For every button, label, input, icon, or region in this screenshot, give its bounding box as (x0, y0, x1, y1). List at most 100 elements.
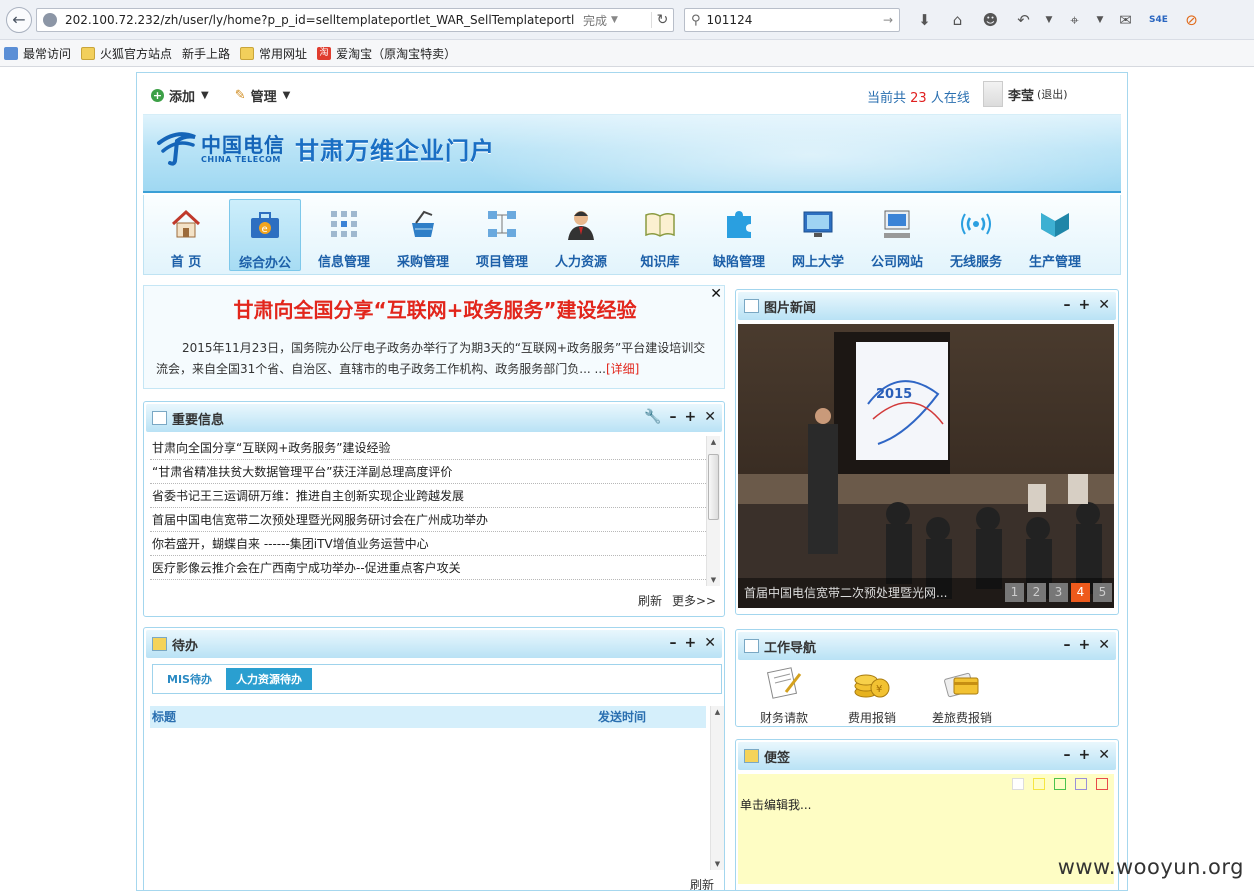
close-icon[interactable]: ✕ (710, 286, 722, 302)
list-item[interactable]: “甘肃省精准扶贫大数据管理平台”获汪洋副总理高度评价 (150, 460, 706, 484)
portlet-title: 图片新闻 (764, 300, 817, 316)
color-swatch[interactable] (1075, 778, 1087, 790)
dropdown-icon-2[interactable]: ▼ (1091, 9, 1109, 31)
nav-item-6[interactable]: 知识库 (624, 199, 696, 271)
refresh-link[interactable]: 刷新 (638, 592, 662, 609)
address-bar[interactable]: 202.100.72.232/zh/user/ly/home?p_p_id=se… (36, 8, 674, 32)
bookmark-aitaobao[interactable]: 淘爱淘宝（原淘宝特卖） (317, 45, 456, 62)
col-title[interactable]: 标题 (152, 706, 176, 728)
maximize-icon[interactable]: + (1079, 748, 1091, 762)
tab-hr[interactable]: 人力资源待办 (225, 668, 312, 690)
undo-icon[interactable]: ↶ (1007, 9, 1040, 31)
color-swatch[interactable] (1012, 778, 1024, 790)
back-icon[interactable]: ← (6, 6, 32, 33)
logo-chinese: 中国电信 (201, 133, 285, 157)
bookmark-common-sites[interactable]: 常用网址 (240, 45, 307, 62)
tab-mis[interactable]: MIS待办 (157, 668, 222, 690)
minimize-icon[interactable]: – (670, 410, 677, 424)
bookmark-firefox-site[interactable]: 火狐官方站点 (81, 45, 172, 62)
pager-page-1[interactable]: 1 (1005, 583, 1024, 602)
portlet-header: 图片新闻 – + ✕ (738, 292, 1116, 320)
color-swatch[interactable] (1096, 778, 1108, 790)
url-text[interactable]: 202.100.72.232/zh/user/ly/home?p_p_id=se… (65, 13, 575, 27)
bookmark-most-visited[interactable]: 最常访问 (4, 45, 71, 62)
nav-label: 采购管理 (396, 255, 449, 270)
refresh-link[interactable]: 刷新 (690, 876, 714, 890)
block-icon[interactable]: ⊘ (1175, 9, 1208, 31)
minimize-icon[interactable]: – (1064, 638, 1071, 652)
headline-title[interactable]: 甘肃向全国分享“互联网+政务服务”建设经验 (144, 294, 726, 323)
reload-icon[interactable]: ↻ (651, 12, 673, 28)
dropdown-arrow-icon[interactable]: ▼ (611, 15, 618, 25)
taobao-icon: 淘 (317, 46, 332, 60)
nav-item-4[interactable]: 项目管理 (466, 199, 538, 271)
scroll-down-icon[interactable]: ▼ (711, 860, 724, 868)
nav-item-5[interactable]: 人力资源 (545, 199, 617, 271)
download-icon[interactable]: ⬇ (908, 9, 941, 31)
comment-icon[interactable]: ✉ (1109, 9, 1142, 31)
headline-more-link[interactable]: [详细] (606, 362, 639, 376)
color-swatch[interactable] (1033, 778, 1045, 790)
close-icon[interactable]: ✕ (1098, 748, 1110, 762)
scroll-up-icon[interactable]: ▲ (711, 708, 724, 716)
nav-item-2[interactable]: 信息管理 (308, 199, 380, 271)
nav-item-3[interactable]: 采购管理 (387, 199, 459, 271)
maximize-icon[interactable]: + (685, 410, 697, 424)
manage-button[interactable]: ✎ 管理 ▼ (235, 86, 291, 105)
scrollbar[interactable]: ▲ ▼ (706, 436, 720, 586)
avatar[interactable] (983, 81, 1003, 107)
list-item[interactable]: 首届中国电信宽带二次预处理暨光网服务研讨会在广州成功举办 (150, 508, 706, 532)
news-photo[interactable]: 2015 首届中国电信宽带二次预处理暨光网... 12345 (738, 324, 1114, 608)
search-value[interactable]: 101124 (707, 13, 753, 27)
nav-item-7[interactable]: 缺陷管理 (703, 199, 775, 271)
person-icon (564, 207, 598, 241)
pager-page-2[interactable]: 2 (1027, 583, 1046, 602)
close-icon[interactable]: ✕ (1098, 638, 1110, 652)
minimize-icon[interactable]: – (670, 636, 677, 650)
color-swatch[interactable] (1054, 778, 1066, 790)
bookmark-getting-started[interactable]: 新手上路 (136, 45, 230, 125)
scrollbar[interactable]: ▲ ▼ (710, 706, 724, 870)
close-icon[interactable]: ✕ (1098, 298, 1110, 312)
close-icon[interactable]: ✕ (704, 636, 716, 650)
minimize-icon[interactable]: – (1064, 748, 1071, 762)
list-item[interactable]: 甘肃向全国分享“互联网+政务服务”建设经验 (150, 436, 706, 460)
logout-link[interactable]: (退出) (1037, 86, 1068, 102)
scroll-down-icon[interactable]: ▼ (707, 576, 720, 584)
nav-item-1[interactable]: e 综合办公 (229, 199, 301, 271)
maximize-icon[interactable]: + (685, 636, 697, 650)
pager-page-4[interactable]: 4 (1071, 583, 1090, 602)
travel-expense-link[interactable]: 差旅费报销 (922, 666, 1002, 726)
more-link[interactable]: 更多>> (672, 592, 716, 609)
list-item[interactable]: 医疗影像云推介会在广西南宁成功举办--促进重点客户攻关 (150, 556, 706, 580)
search-input[interactable]: ⚲ 101124 → (684, 8, 900, 32)
load-status: 完成 (583, 13, 608, 28)
note-placeholder[interactable]: 单击编辑我... (740, 796, 811, 813)
scroll-thumb[interactable] (708, 454, 719, 520)
list-item[interactable]: 省委书记王三运调研万维：推进自主创新实现企业跨越发展 (150, 484, 706, 508)
scroll-up-icon[interactable]: ▲ (707, 438, 720, 446)
maximize-icon[interactable]: + (1079, 298, 1091, 312)
add-button[interactable]: + 添加 ▼ (151, 86, 209, 105)
home-browser-icon[interactable]: ⌂ (941, 9, 974, 31)
nav-item-10[interactable]: 无线服务 (940, 199, 1012, 271)
search-go-icon[interactable]: → (883, 13, 893, 27)
finance-request-link[interactable]: 财务请款 (744, 666, 824, 726)
pager-page-5[interactable]: 5 (1093, 583, 1112, 602)
minimize-icon[interactable]: – (1064, 298, 1071, 312)
nav-item-0[interactable]: 首 页 (150, 199, 222, 271)
maximize-icon[interactable]: + (1079, 638, 1091, 652)
nav-item-8[interactable]: 网上大学 (782, 199, 854, 271)
nav-item-9[interactable]: 公司网站 (861, 199, 933, 271)
chat-icon[interactable]: ☻ (974, 9, 1007, 31)
list-item[interactable]: 你若盛开，蝴蝶自来 ------集团iTV增值业务运营中心 (150, 532, 706, 556)
expense-link[interactable]: ¥ 费用报销 (832, 666, 912, 726)
crop-icon[interactable]: ⌖ (1058, 9, 1091, 31)
dropdown-icon[interactable]: ▼ (1040, 9, 1058, 31)
wrench-icon[interactable]: 🔧 (644, 410, 661, 424)
nav-item-11[interactable]: 生产管理 (1019, 199, 1091, 271)
col-send-time[interactable]: 发送时间 (598, 706, 646, 728)
pager-page-3[interactable]: 3 (1049, 583, 1068, 602)
translate-icon[interactable]: S4E (1142, 9, 1175, 31)
close-icon[interactable]: ✕ (704, 410, 716, 424)
